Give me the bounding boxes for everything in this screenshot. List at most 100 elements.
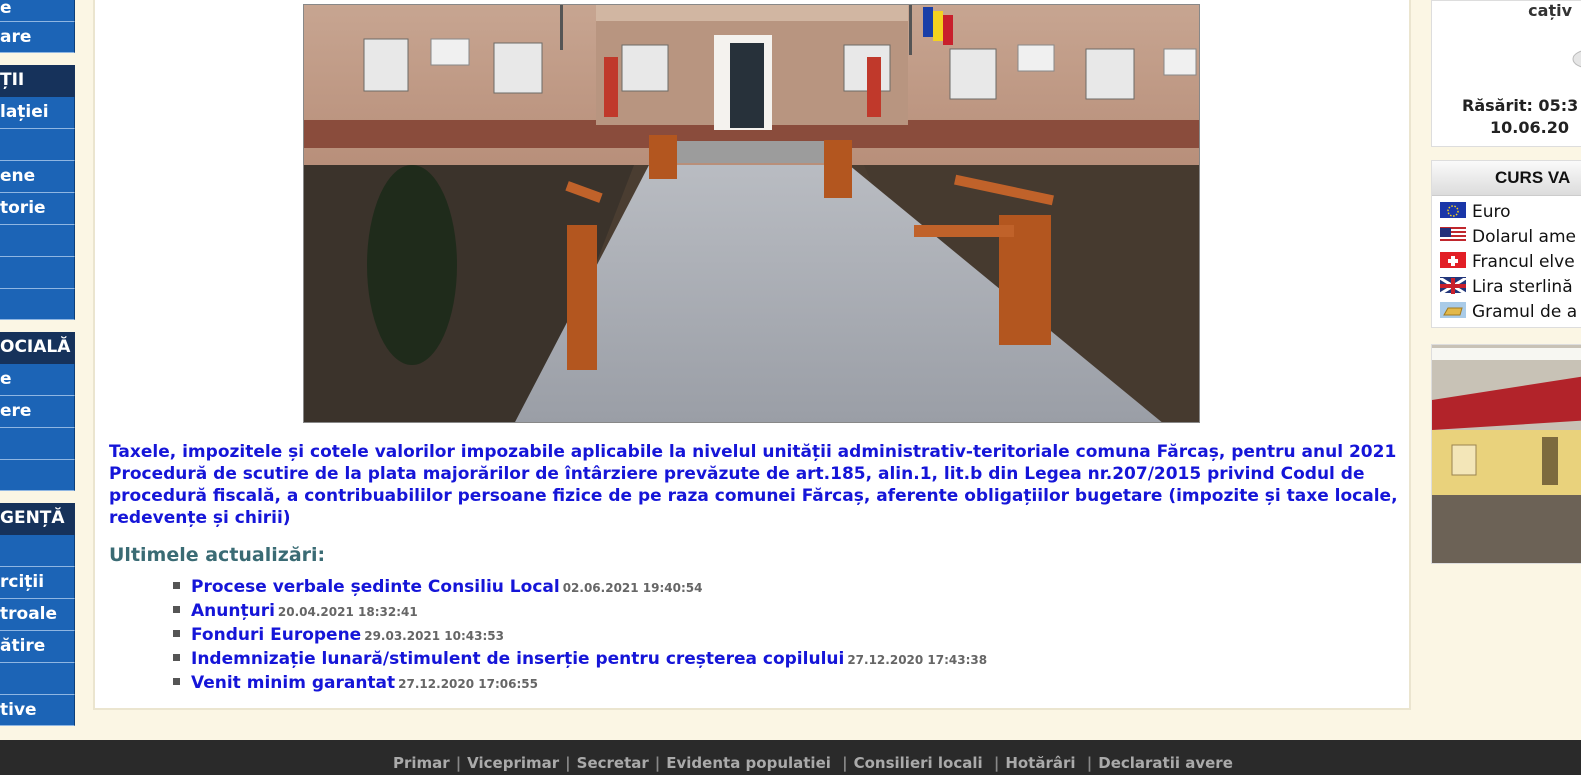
nav-item-label: torie (0, 198, 46, 218)
announcement-link[interactable]: Taxele, impozitele și cotele valorilor i… (109, 441, 1409, 463)
update-link[interactable]: Indemnizație lunară/stimulent de inserți… (191, 649, 844, 669)
separator: | (654, 754, 661, 772)
update-link[interactable]: Venit minim garantat (191, 673, 395, 693)
nav-item-label: rciții (0, 572, 45, 592)
announcement-link[interactable]: Procedură de scutire de la plata majorăr… (109, 463, 1409, 529)
nav-item-label: lației (0, 102, 49, 122)
currency-label: Euro (1472, 202, 1511, 222)
nav-heading-label: GENȚĂ (0, 508, 65, 528)
nav-item-label: e (0, 369, 12, 389)
weather-date: 10.06.20 (1490, 118, 1569, 137)
uk-flag-icon (1439, 276, 1467, 296)
nav-item[interactable]: ătire (0, 631, 75, 663)
nav-item[interactable] (0, 289, 75, 320)
update-timestamp: 20.04.2021 18:32:41 (277, 605, 418, 619)
nav-item-label: e (0, 0, 12, 18)
nav-item[interactable]: torie (0, 193, 75, 225)
nav-heading-label: OCIALĂ (0, 337, 71, 357)
eu-flag-icon (1440, 202, 1466, 218)
weather-text: cațiv (1528, 1, 1572, 20)
building-illustration (1432, 345, 1581, 563)
currency-row: Gramul de a (1432, 300, 1581, 325)
cloud-icon (1572, 50, 1581, 68)
latest-updates-list: Procese verbale ședinte Consiliu Local 02… (173, 575, 987, 695)
bullet-icon (173, 630, 180, 637)
town-hall-illustration (304, 5, 1199, 422)
nav-heading-label: ȚII (0, 70, 25, 90)
nav-item[interactable] (0, 460, 75, 491)
latest-updates-heading: Ultimele actualizări: (109, 544, 326, 566)
nav-item[interactable] (0, 535, 75, 567)
gold-icon (1440, 302, 1466, 318)
update-link[interactable]: Procese verbale ședinte Consiliu Local (191, 577, 560, 597)
nav-item[interactable]: lației (0, 97, 75, 129)
bullet-icon (173, 606, 180, 613)
nav-item[interactable] (0, 663, 75, 695)
currency-row: Euro (1432, 200, 1581, 225)
weather-widget: cațiv Răsărit: 05:3 10.06.20 (1431, 0, 1581, 147)
footer-link-declaratii[interactable]: Declaratii avere (1098, 754, 1233, 772)
announcements: Taxele, impozitele și cotele valorilor i… (109, 441, 1409, 529)
currency-label: Gramul de a (1472, 302, 1578, 322)
sunrise-time: Răsărit: 05:3 (1462, 96, 1579, 115)
separator: | (988, 754, 1000, 772)
list-item: Indemnizație lunară/stimulent de inserți… (173, 647, 987, 671)
footer-link-hotarari[interactable]: Hotărâri (1005, 754, 1075, 772)
update-link[interactable]: Anunțuri (191, 601, 275, 621)
nav-item[interactable]: troale (0, 599, 75, 631)
nav-item[interactable] (0, 257, 75, 289)
update-timestamp: 27.12.2020 17:06:55 (398, 677, 538, 691)
nav-section-heading: OCIALĂ (0, 332, 75, 364)
list-item: Procese verbale ședinte Consiliu Local 02… (173, 575, 987, 599)
exchange-rates-widget: CURS VA Euro Dolarul ame Francul elve Li… (1431, 160, 1581, 328)
ch-flag-icon (1440, 252, 1466, 268)
separator: | (455, 754, 462, 772)
footer-link-secretar[interactable]: Secretar (577, 754, 649, 772)
nav-item[interactable] (0, 428, 75, 460)
footer-link-evidenta[interactable]: Evidenta populatiei (666, 754, 831, 772)
currency-label: Lira sterlină (1472, 277, 1573, 297)
footer-link-consilieri[interactable]: Consilieri locali (854, 754, 983, 772)
update-link[interactable]: Fonduri Europene (191, 625, 361, 645)
list-item: Venit minim garantat 27.12.2020 17:06:55 (173, 671, 987, 695)
footer-links: Primar | Viceprimar | Secretar | Evidenta popu… (393, 754, 1233, 772)
nav-item[interactable] (0, 129, 75, 161)
nav-item[interactable]: e (0, 364, 75, 396)
nav-item[interactable]: rciții (0, 567, 75, 599)
town-hall-photo (303, 4, 1200, 423)
side-building-photo (1431, 344, 1581, 564)
footer: Primar | Viceprimar | Secretar | Evidenta popu… (0, 740, 1581, 775)
nav-item-label: ere (0, 401, 32, 421)
nav-item-label: ene (0, 166, 36, 186)
nav-item-label: are (0, 27, 32, 47)
currency-row: Dolarul ame (1432, 225, 1581, 250)
currency-label: Dolarul ame (1472, 227, 1576, 247)
nav-item-label: tive (0, 700, 37, 720)
separator: | (836, 754, 848, 772)
exchange-rates-title: CURS VA (1432, 161, 1581, 196)
nav-item[interactable]: ene (0, 161, 75, 193)
list-item: Fonduri Europene 29.03.2021 10:43:53 (173, 623, 987, 647)
nav-item[interactable]: e (0, 0, 75, 22)
bullet-icon (173, 654, 180, 661)
footer-link-primar[interactable]: Primar (393, 754, 450, 772)
list-item: Anunțuri 20.04.2021 18:32:41 (173, 599, 987, 623)
nav-item[interactable] (0, 225, 75, 257)
update-timestamp: 29.03.2021 10:43:53 (364, 629, 505, 643)
nav-item[interactable]: ere (0, 396, 75, 428)
us-flag-icon (1440, 227, 1466, 243)
nav-section-heading: ȚII (0, 65, 75, 97)
bullet-icon (173, 678, 180, 685)
nav-item-label: ătire (0, 636, 46, 656)
footer-link-viceprimar[interactable]: Viceprimar (467, 754, 559, 772)
separator: | (1081, 754, 1093, 772)
update-timestamp: 27.12.2020 17:43:38 (847, 653, 988, 667)
currency-row: Francul elve (1432, 250, 1581, 275)
bullet-icon (173, 582, 180, 589)
update-timestamp: 02.06.2021 19:40:54 (562, 581, 703, 595)
nav-item[interactable]: are (0, 22, 75, 53)
nav-item[interactable]: tive (0, 695, 75, 726)
nav-section-heading: GENȚĂ (0, 503, 75, 535)
left-navigation: e are ȚII lației ene torie OCIALĂ e ere … (0, 0, 75, 736)
currency-label: Francul elve (1472, 252, 1575, 272)
